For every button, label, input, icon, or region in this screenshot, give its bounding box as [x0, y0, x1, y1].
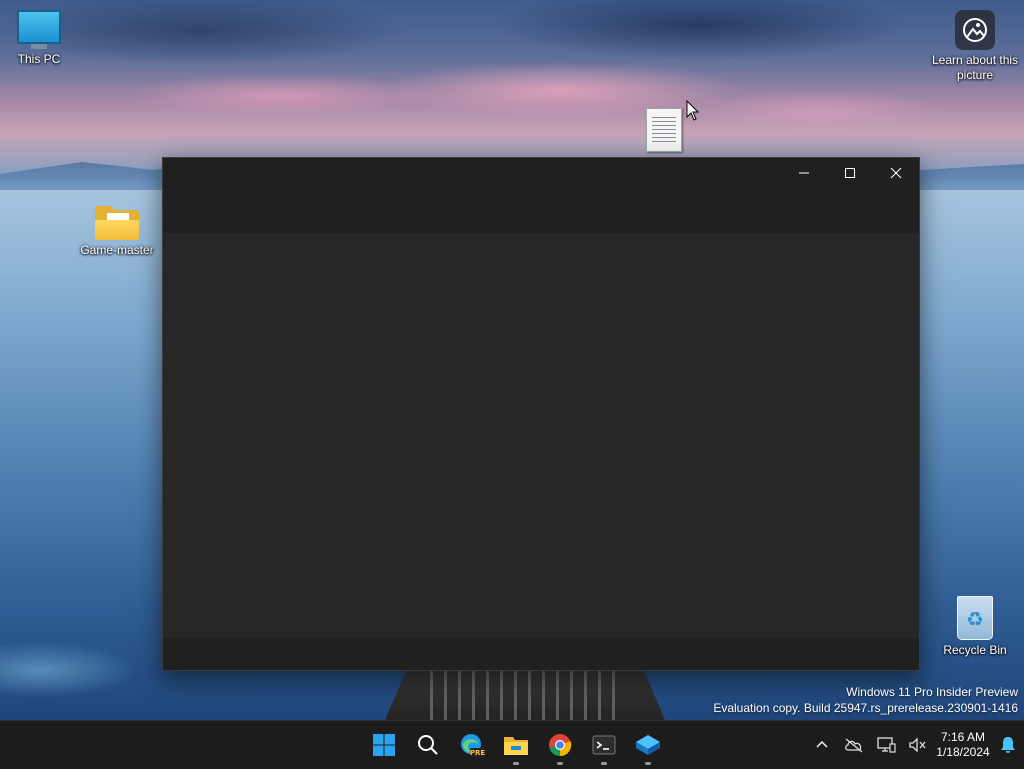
- start-icon: [373, 734, 395, 756]
- folder-icon: [95, 206, 139, 240]
- file-explorer-icon: [504, 737, 528, 755]
- chevron-up-icon: [816, 741, 828, 748]
- clock-date: 1/18/2024: [936, 745, 990, 759]
- volume-muted-icon: [909, 737, 926, 753]
- bell-icon: [1001, 737, 1015, 753]
- system-tray: 7:16 AM 1/18/2024: [806, 721, 1024, 769]
- window-statusbar: [163, 638, 919, 670]
- search-icon: [418, 735, 438, 755]
- text-document-icon[interactable]: [646, 108, 682, 152]
- monitor-stand: [31, 44, 47, 49]
- taskbar-apps: PRE: [362, 721, 670, 769]
- taskbar-edge[interactable]: PRE: [450, 721, 494, 769]
- running-indicator: [513, 762, 519, 765]
- desktop-icon-label: This PC: [17, 52, 61, 66]
- minimize-button[interactable]: [781, 158, 827, 188]
- desktop-icon-recycle-bin[interactable]: ♻ Recycle Bin: [930, 596, 1020, 658]
- taskbar-clock[interactable]: 7:16 AM 1/18/2024: [934, 730, 992, 760]
- window-content: [163, 233, 919, 638]
- notifications-button[interactable]: [992, 721, 1024, 769]
- maximize-icon: [845, 168, 855, 178]
- close-icon: [890, 167, 902, 179]
- taskbar: PRE 7:16 AM 1/18/2024: [0, 720, 1024, 769]
- os-watermark: Windows 11 Pro Insider Preview Evaluatio…: [713, 684, 1018, 716]
- wallpaper-pier-planks: [430, 668, 620, 720]
- network-icon: [877, 737, 896, 753]
- start-button[interactable]: [362, 721, 406, 769]
- app-window[interactable]: [162, 157, 920, 671]
- volume-button[interactable]: [902, 721, 934, 769]
- taskbar-app[interactable]: [626, 721, 670, 769]
- desktop-icon-label: Learn about this picture: [931, 53, 1019, 82]
- taskbar-terminal[interactable]: [582, 721, 626, 769]
- camera-info-icon: [955, 10, 995, 50]
- window-toolbar: [163, 188, 919, 233]
- terminal-icon: [592, 735, 616, 755]
- desktop-icon-this-pc[interactable]: This PC: [0, 10, 84, 67]
- onedrive-button[interactable]: [838, 721, 870, 769]
- watermark-line-2: Evaluation copy. Build 25947.rs_prerelea…: [713, 701, 1018, 715]
- desktop-icon-game-master[interactable]: Game-master: [72, 206, 162, 258]
- recycle-bin-icon: ♻: [957, 596, 993, 640]
- window-titlebar[interactable]: [163, 158, 919, 188]
- taskbar-chrome[interactable]: [538, 721, 582, 769]
- minimize-icon: [799, 172, 809, 174]
- clock-time: 7:16 AM: [940, 730, 986, 744]
- running-indicator: [557, 762, 563, 765]
- desktop-icon-learn-about-picture[interactable]: Learn about this picture: [930, 10, 1020, 83]
- watermark-line-1: Windows 11 Pro Insider Preview: [846, 685, 1018, 699]
- edge-icon: PRE: [461, 734, 485, 757]
- show-hidden-icons-button[interactable]: [806, 721, 838, 769]
- running-indicator: [645, 762, 651, 765]
- running-indicator: [601, 762, 607, 765]
- cloud-offline-icon: [845, 738, 863, 753]
- maximize-button[interactable]: [827, 158, 873, 188]
- desktop-icon-label: Game-master: [80, 243, 154, 257]
- network-button[interactable]: [870, 721, 902, 769]
- monitor-icon: [17, 10, 61, 44]
- edge-badge: PRE: [470, 749, 485, 757]
- desktop-icon-label: Recycle Bin: [943, 643, 1007, 657]
- search-button[interactable]: [406, 721, 450, 769]
- app-icon: [636, 735, 660, 755]
- close-button[interactable]: [873, 158, 919, 188]
- chrome-icon: [549, 734, 572, 757]
- taskbar-file-explorer[interactable]: [494, 721, 538, 769]
